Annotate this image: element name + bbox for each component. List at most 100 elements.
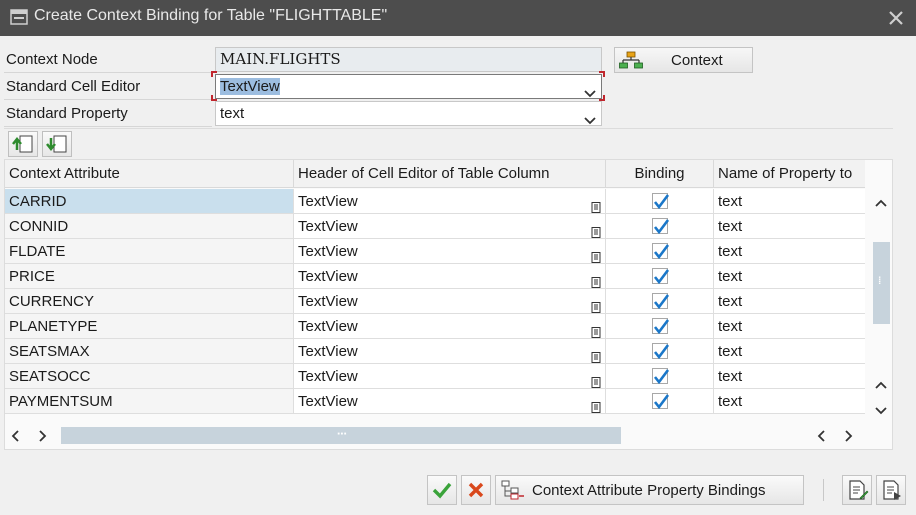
- property-cell[interactable]: text: [714, 314, 865, 339]
- binding-cell: [606, 264, 714, 289]
- table-row[interactable]: SEATSMAX TextView text: [5, 339, 865, 364]
- editor-cell[interactable]: TextView: [294, 214, 606, 239]
- vertical-scrollbar[interactable]: ⁞: [869, 190, 892, 415]
- binding-checkbox[interactable]: [652, 193, 669, 210]
- property-bindings-button[interactable]: Context Attribute Property Bindings: [495, 475, 804, 505]
- attribute-cell[interactable]: SEATSOCC: [5, 364, 294, 389]
- property-select[interactable]: text: [215, 101, 602, 126]
- property-cell[interactable]: text: [714, 239, 865, 264]
- document-edit-button[interactable]: [842, 475, 872, 505]
- value-help-icon[interactable]: [591, 246, 601, 263]
- editor-cell[interactable]: TextView: [294, 314, 606, 339]
- editor-value: TextView: [298, 218, 358, 235]
- check-icon: [653, 319, 669, 335]
- property-cell[interactable]: text: [714, 389, 865, 414]
- binding-checkbox[interactable]: [652, 293, 669, 310]
- chevron-down-icon[interactable]: [875, 402, 887, 419]
- close-icon[interactable]: [886, 8, 906, 28]
- table-row[interactable]: CARRID TextView text: [5, 189, 865, 214]
- check-icon: [653, 244, 669, 260]
- column-header-editor[interactable]: Header of Cell Editor of Table Column: [294, 160, 606, 188]
- binding-checkbox[interactable]: [652, 268, 669, 285]
- chevron-up-icon[interactable]: [875, 194, 887, 211]
- property-cell[interactable]: text: [714, 364, 865, 389]
- value-help-icon[interactable]: [591, 371, 601, 388]
- insert-row-down-button[interactable]: [42, 131, 72, 157]
- binding-checkbox[interactable]: [652, 343, 669, 360]
- editor-value: TextView: [298, 293, 358, 310]
- binding-cell: [606, 389, 714, 414]
- value-help-icon[interactable]: [591, 296, 601, 313]
- attribute-cell[interactable]: PLANETYPE: [5, 314, 294, 339]
- editor-value: TextView: [298, 343, 358, 360]
- value-help-icon[interactable]: [591, 346, 601, 363]
- table-row[interactable]: FLDATE TextView text: [5, 239, 865, 264]
- column-header-property[interactable]: Name of Property to: [714, 160, 865, 188]
- focus-corner: [599, 71, 605, 77]
- value-help-icon[interactable]: [591, 221, 601, 238]
- table-toolbar: [4, 128, 893, 158]
- value-help-icon[interactable]: [591, 271, 601, 288]
- editor-cell[interactable]: TextView: [294, 339, 606, 364]
- property-cell[interactable]: text: [714, 289, 865, 314]
- hierarchy-icon: [619, 51, 643, 73]
- table-row[interactable]: PRICE TextView text: [5, 264, 865, 289]
- value-help-icon[interactable]: [591, 396, 601, 413]
- table-row[interactable]: PLANETYPE TextView text: [5, 314, 865, 339]
- divider: [4, 72, 212, 73]
- attribute-cell[interactable]: PAYMENTSUM: [5, 389, 294, 414]
- check-icon: [653, 219, 669, 235]
- chevron-right-icon[interactable]: [39, 429, 47, 446]
- table-row[interactable]: CONNID TextView text: [5, 214, 865, 239]
- attribute-cell[interactable]: SEATSMAX: [5, 339, 294, 364]
- editor-value: TextView: [298, 193, 358, 210]
- attribute-cell[interactable]: CURRENCY: [5, 289, 294, 314]
- grip-icon: ⋯: [337, 429, 347, 440]
- chevron-up-icon[interactable]: [875, 376, 887, 393]
- table-row[interactable]: SEATSOCC TextView text: [5, 364, 865, 389]
- cell-editor-select[interactable]: TextView: [215, 74, 602, 99]
- property-cell[interactable]: text: [714, 264, 865, 289]
- table-body: CARRID TextView text CONNID TextView tex…: [5, 189, 865, 414]
- binding-checkbox[interactable]: [652, 218, 669, 235]
- property-label: Standard Property: [6, 105, 128, 122]
- insert-row-up-button[interactable]: [8, 131, 38, 157]
- window-icon: [10, 9, 28, 29]
- confirm-button[interactable]: [427, 475, 457, 505]
- binding-table: Context Attribute Header of Cell Editor …: [4, 159, 893, 450]
- attribute-cell[interactable]: CARRID: [5, 189, 294, 214]
- editor-cell[interactable]: TextView: [294, 289, 606, 314]
- chevron-left-icon[interactable]: [11, 429, 19, 446]
- editor-cell[interactable]: TextView: [294, 364, 606, 389]
- property-cell[interactable]: text: [714, 339, 865, 364]
- binding-checkbox[interactable]: [652, 243, 669, 260]
- scrollbar-thumb[interactable]: [873, 242, 890, 324]
- column-header-binding[interactable]: Binding: [606, 160, 714, 188]
- value-help-icon[interactable]: [591, 321, 601, 338]
- binding-checkbox[interactable]: [652, 393, 669, 410]
- chevron-right-icon[interactable]: [845, 429, 853, 446]
- property-cell[interactable]: text: [714, 189, 865, 214]
- binding-checkbox[interactable]: [652, 368, 669, 385]
- editor-cell[interactable]: TextView: [294, 239, 606, 264]
- document-list-button[interactable]: [876, 475, 906, 505]
- check-icon: [653, 369, 669, 385]
- cancel-button[interactable]: [461, 475, 491, 505]
- binding-checkbox[interactable]: [652, 318, 669, 335]
- column-header-attribute[interactable]: Context Attribute: [5, 160, 294, 188]
- attribute-cell[interactable]: CONNID: [5, 214, 294, 239]
- chevron-left-icon[interactable]: [817, 429, 825, 446]
- context-node-field: MAIN.FLIGHTS: [215, 47, 602, 72]
- editor-cell[interactable]: TextView: [294, 189, 606, 214]
- value-help-icon[interactable]: [591, 196, 601, 213]
- binding-cell: [606, 339, 714, 364]
- editor-cell[interactable]: TextView: [294, 264, 606, 289]
- attribute-cell[interactable]: PRICE: [5, 264, 294, 289]
- context-button[interactable]: Context: [614, 47, 753, 73]
- editor-cell[interactable]: TextView: [294, 389, 606, 414]
- property-cell[interactable]: text: [714, 214, 865, 239]
- attribute-cell[interactable]: FLDATE: [5, 239, 294, 264]
- table-row[interactable]: PAYMENTSUM TextView text: [5, 389, 865, 414]
- horizontal-scrollbar[interactable]: ⋯: [5, 422, 865, 446]
- table-row[interactable]: CURRENCY TextView text: [5, 289, 865, 314]
